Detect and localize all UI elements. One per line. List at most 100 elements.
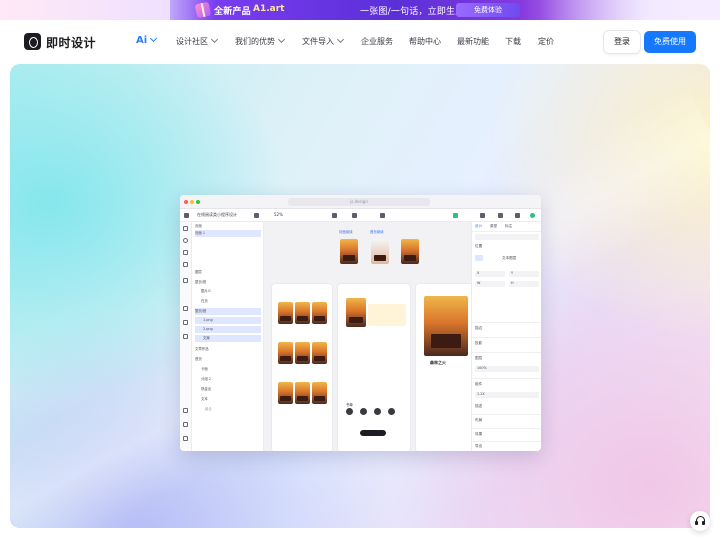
pen-icon <box>254 213 259 218</box>
book-cover <box>278 382 293 404</box>
file-name: 在线阅读类小程序设计 <box>197 212 237 217</box>
phone-frame-home <box>272 284 332 451</box>
props-label-layout: 布局 <box>475 418 483 422</box>
book-info-card <box>368 304 406 326</box>
avatar <box>346 408 353 415</box>
layer-item[interactable]: 图片/1 <box>195 288 211 295</box>
image-icon <box>183 306 188 311</box>
layer-item[interactable]: 整页/首 <box>195 279 206 286</box>
props-label-component: 组件 <box>475 382 483 386</box>
props-tab-annotate[interactable]: 标注 <box>505 224 512 229</box>
canvas-frame-label: 首页阅读 <box>370 230 384 234</box>
layer-item[interactable]: 首页 <box>195 356 202 363</box>
nav-item-ai[interactable]: Ai <box>136 34 158 46</box>
address-bar: js.design <box>288 198 430 206</box>
text-tool-icon <box>183 292 188 297</box>
brush-icon <box>183 334 188 339</box>
props-label-effect: 效果 <box>475 432 483 436</box>
promo-banner[interactable]: 全新产品 A1.art 一张图/一句话，立即生成高质量图像 免费体验 <box>0 0 720 20</box>
close-dot-icon <box>184 200 188 204</box>
book-cover <box>371 239 389 264</box>
book-cover <box>346 298 366 327</box>
nav-item-help-center[interactable]: 帮助中心 <box>409 36 441 47</box>
nav-item-design-community[interactable]: 设计社区 <box>176 35 219 47</box>
status-icon <box>530 213 535 218</box>
chevron-down-icon <box>210 35 219 44</box>
avatar <box>360 408 367 415</box>
book-cover <box>295 382 310 404</box>
nav-item-download[interactable]: 下载 <box>505 36 521 47</box>
book-cover <box>295 302 310 324</box>
maximize-dot-icon <box>196 200 200 204</box>
avatar <box>388 408 395 415</box>
chevron-down-icon <box>150 34 158 43</box>
section-title: 书单 <box>346 403 353 407</box>
book-cover <box>401 239 419 264</box>
brand-name[interactable]: 即时设计 <box>46 34 96 51</box>
move-icon <box>183 226 188 231</box>
book-cover <box>312 342 327 364</box>
layer-item[interactable]: 页面 1 <box>195 230 261 237</box>
promo-cta-button[interactable]: 免费体验 <box>456 3 520 17</box>
layer-item[interactable]: 文本 <box>195 396 208 403</box>
window-titlebar: js.design <box>180 195 541 209</box>
props-tab-design[interactable]: 设计 <box>475 224 482 229</box>
alignment-tools[interactable] <box>475 234 539 240</box>
props-label-text-layer: 文本图层 <box>502 256 517 260</box>
text-icon <box>352 213 357 218</box>
book-cover <box>278 342 293 364</box>
login-button[interactable]: 登录 <box>604 31 640 53</box>
layer-item[interactable]: 在页 <box>195 298 208 305</box>
triangle-icon <box>183 262 188 267</box>
props-label-layer: 图层 <box>475 356 483 360</box>
share-icon <box>480 213 485 218</box>
layer-item[interactable]: 1.png <box>195 317 261 324</box>
props-label-description: 描述 <box>475 404 483 408</box>
zoom-level: 52% <box>274 212 283 217</box>
grid-icon <box>515 213 520 218</box>
layer-item[interactable]: 组合 <box>195 406 212 413</box>
promo-app-name: A1.art <box>253 4 285 14</box>
nav-item-new-features[interactable]: 最新功能 <box>457 36 489 47</box>
props-label-export: 导出 <box>475 444 483 448</box>
line-icon <box>183 250 188 255</box>
assets-icon <box>183 422 188 427</box>
props-label-stroke: 描边 <box>475 326 483 330</box>
nav-item-pricing[interactable]: 定价 <box>538 36 554 47</box>
layer-item[interactable]: 整页/首 <box>195 308 261 315</box>
layer-item[interactable]: 分组 2 <box>195 376 211 383</box>
brand-logo-icon[interactable] <box>24 33 41 50</box>
layer-item[interactable]: 文章作品 <box>195 346 209 353</box>
product-preview: js.design 在线阅读类小程序设计 52% 页面 页面 1 图层 整页/首… <box>180 195 541 451</box>
ellipse-icon <box>183 238 188 243</box>
book-cover <box>424 296 468 356</box>
layers-panel: 页面 页面 1 图层 整页/首 图片/1 在页 整页/首 1.png 2.png… <box>192 222 264 451</box>
component-icon <box>332 213 337 218</box>
properties-panel: 设计 原型 标注 位置 文本图层 X Y W H 描边 投影 图层 100% 组… <box>471 222 541 451</box>
design-canvas[interactable]: 封面阅读 首页阅读 书单 森林之火 <box>264 222 471 451</box>
nav-item-advantages[interactable]: 我们的优势 <box>235 35 286 47</box>
headset-icon[interactable] <box>690 511 710 531</box>
nav-item-enterprise[interactable]: 企业服务 <box>361 36 393 47</box>
menu-icon <box>184 213 189 218</box>
pen-tool-icon <box>183 278 188 283</box>
layer-item[interactable]: 文案 <box>195 335 261 342</box>
free-use-button[interactable]: 免费使用 <box>644 31 696 53</box>
book-cover <box>295 342 310 364</box>
layer-item[interactable]: 现金出 <box>195 386 211 393</box>
layer-item[interactable]: 卡面 <box>195 366 208 373</box>
layers-panel-label: 页面 <box>195 224 202 228</box>
canvas-frame-label: 封面阅读 <box>339 230 353 234</box>
layer-item[interactable]: 图层 <box>195 269 202 276</box>
chevron-down-icon <box>336 35 345 44</box>
nav-item-file-import[interactable]: 文件导入 <box>302 35 345 47</box>
component-tool-icon <box>183 320 188 325</box>
tool-rail <box>180 222 192 451</box>
layer-item[interactable]: 2.png <box>195 326 261 333</box>
promo-title: 全新产品 <box>214 7 251 17</box>
props-tab-prototype[interactable]: 原型 <box>490 224 497 229</box>
book-cover <box>340 239 358 264</box>
book-cover <box>312 382 327 404</box>
gift-icon <box>194 1 212 19</box>
play-icon <box>498 213 503 218</box>
